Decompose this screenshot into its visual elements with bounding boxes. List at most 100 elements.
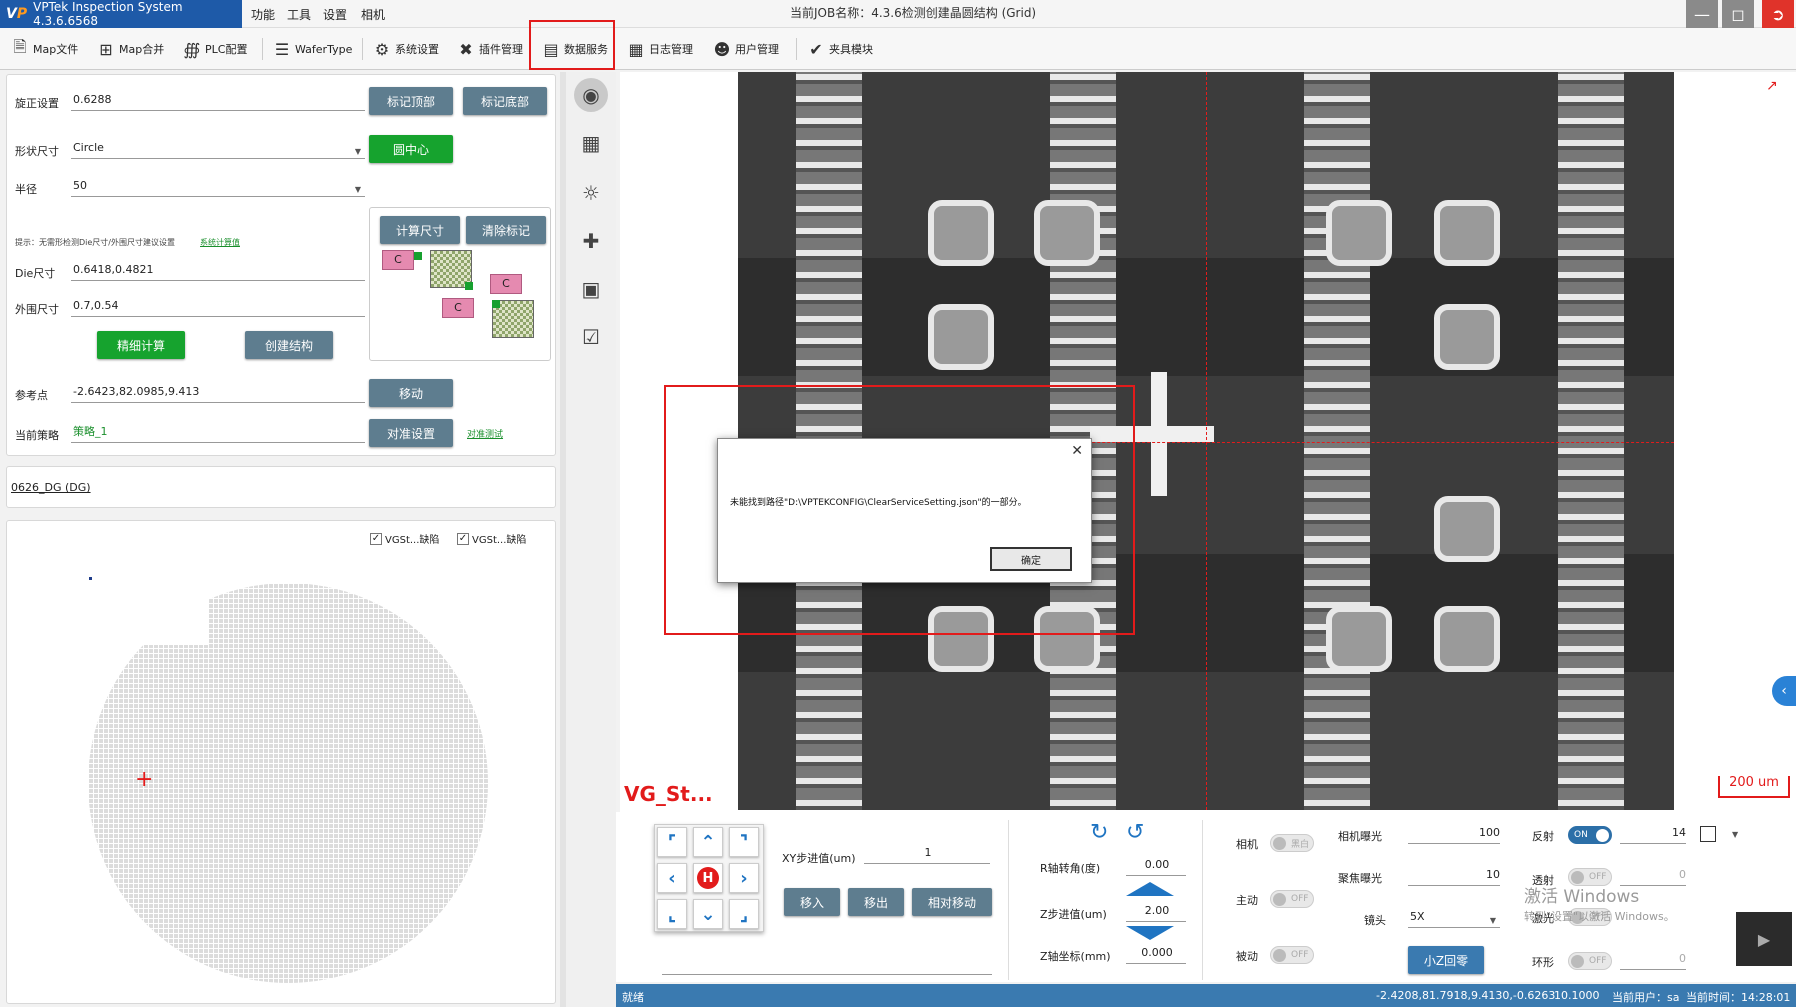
arrow-down-icon[interactable]: ⌄	[693, 899, 723, 929]
xy-step-input[interactable]: 1	[864, 844, 990, 864]
active-toggle[interactable]: OFF	[1270, 890, 1314, 908]
arrow-up-right-icon[interactable]: ⌝	[729, 827, 759, 857]
defect-checkbox-2[interactable]: ✓ VGSt...缺陷	[457, 531, 526, 546]
image-icon[interactable]: ▣	[574, 272, 608, 306]
overlay-label: VG_St...	[624, 782, 713, 806]
user-icon: ☻	[713, 39, 731, 59]
menu-tools[interactable]: 工具	[287, 6, 311, 23]
menu-camera[interactable]: 相机	[361, 6, 385, 23]
small-z-home-button[interactable]: 小Z回零	[1408, 946, 1484, 974]
die-size-input[interactable]: 0.6418,0.4821	[71, 261, 365, 281]
wafertype-button[interactable]: ☰ WaferType	[272, 36, 353, 62]
create-structure-button[interactable]: 创建结构	[245, 331, 333, 359]
color-swatch[interactable]	[1700, 826, 1716, 842]
menu-settings[interactable]: 设置	[323, 6, 347, 23]
minimize-icon[interactable]: —	[1686, 0, 1718, 28]
video-overlay-icon[interactable]: ▶	[1736, 912, 1792, 966]
reflect-input[interactable]: 14	[1620, 824, 1686, 844]
die-point-1	[414, 252, 422, 260]
bond-pad	[1034, 200, 1100, 266]
arrow-down-left-icon[interactable]: ⌞	[657, 899, 687, 929]
z-up-icon[interactable]	[1126, 882, 1174, 896]
arrow-down-right-icon[interactable]: ⌟	[729, 899, 759, 929]
wafer-settings-icon[interactable]: ☼	[574, 176, 608, 210]
map-merge-button[interactable]: ⊞ Map合并	[96, 36, 164, 62]
outer-size-input[interactable]: 0.7,0.54	[71, 297, 365, 317]
maximize-icon[interactable]: ◻	[1722, 0, 1754, 28]
align-setting-button[interactable]: 对准设置	[369, 419, 453, 447]
move-out-button[interactable]: 移出	[848, 888, 904, 916]
mark-top-button[interactable]: 标记顶部	[369, 87, 453, 115]
log-manage-button[interactable]: ▦ 日志管理	[626, 36, 693, 62]
passive-toggle[interactable]: OFF	[1270, 946, 1314, 964]
z-coord-input[interactable]: 0.000	[1126, 944, 1186, 964]
system-settings-button[interactable]: ⚙ 系统设置	[372, 36, 439, 62]
exposure-input[interactable]: 100	[1408, 824, 1500, 844]
align-test-link[interactable]: 对准测试	[467, 427, 503, 440]
user-manage-button[interactable]: ☻ 用户管理	[712, 36, 779, 62]
move-button[interactable]: 移动	[369, 379, 453, 407]
rotation-input[interactable]: 0.6288	[71, 91, 365, 111]
strategy-input[interactable]: 策略_1	[71, 423, 365, 443]
plc-icon: ∰	[183, 39, 201, 59]
menu-function[interactable]: 功能	[251, 6, 275, 23]
recipe-name[interactable]: 0626_DG (DG)	[11, 481, 91, 494]
vp-logo-icon: VP	[6, 6, 28, 22]
chevron-left-icon[interactable]: ‹	[1772, 676, 1796, 706]
ring-toggle[interactable]: OFF	[1568, 952, 1612, 970]
calc-size-button[interactable]: 计算尺寸	[380, 216, 460, 244]
chevron-down-icon[interactable]: ▼	[1732, 830, 1738, 839]
ref-point-label: 参考点	[15, 389, 48, 402]
toolbar: 🗎 Map文件 ⊞ Map合并 ∰ PLC配置 ☰ WaferType ⚙ 系统设置 ✖ 插…	[0, 28, 1796, 70]
ring-input[interactable]: 0	[1620, 950, 1686, 970]
arrow-right-icon[interactable]: ›	[729, 863, 759, 893]
plc-config-button[interactable]: ∰ PLC配置	[182, 36, 248, 62]
system-calc-link[interactable]: 系统计算值	[200, 237, 240, 248]
arrow-up-left-icon[interactable]: ⌜	[657, 827, 687, 857]
relative-move-button[interactable]: 相对移动	[912, 888, 992, 916]
motion-control-panel: ⌜ ⌃ ⌝ ‹ H › ⌞ ⌄ ⌟ XY步进值(um) 1 移入 移出 相对移动…	[616, 812, 1796, 982]
ref-point-input[interactable]: -2.6423,82.0985,9.413	[71, 383, 365, 403]
wafer-map-gap	[88, 575, 208, 645]
lens-select[interactable]: 5X ▼	[1408, 908, 1500, 928]
divider	[1202, 820, 1203, 980]
reflect-toggle[interactable]: ON	[1568, 826, 1612, 844]
ring-label: 环形	[1532, 956, 1554, 969]
ruler-icon[interactable]: ✚	[574, 224, 608, 258]
fixture-icon: ✔	[809, 39, 823, 59]
z-step-input[interactable]: 2.00	[1126, 902, 1186, 922]
rotate-ccw-icon[interactable]: ↺	[1126, 820, 1144, 845]
wafer-map-panel: ✓ VGSt...缺陷 ✓ VGSt...缺陷 +	[6, 520, 556, 1004]
fixture-module-button[interactable]: ✔ 夹具模块	[806, 36, 873, 62]
expand-icon[interactable]: ↗	[1766, 78, 1778, 94]
close-icon[interactable]: ✕	[1071, 443, 1083, 459]
defect-checkbox-1[interactable]: ✓ VGSt...缺陷	[370, 531, 439, 546]
checklist-icon[interactable]: ☑	[574, 320, 608, 354]
arrow-up-icon[interactable]: ⌃	[693, 827, 723, 857]
grid-globe-icon[interactable]: ▦	[574, 126, 608, 160]
bond-pad	[1326, 606, 1392, 672]
map-file-button[interactable]: 🗎 Map文件	[10, 36, 79, 62]
circle-center-button[interactable]: 圆中心	[369, 135, 453, 163]
z-down-icon[interactable]	[1126, 926, 1174, 940]
shape-select[interactable]: Circle ▼	[71, 139, 365, 159]
hint-text: 提示：无需形检测Die尺寸/外围尺寸建议设置	[15, 238, 175, 247]
exit-icon[interactable]: ➲	[1762, 0, 1794, 28]
bond-pad	[1434, 304, 1500, 370]
camera-mono-toggle[interactable]: 黑白	[1270, 834, 1314, 852]
camera-icon[interactable]: ◉	[574, 78, 608, 112]
clear-mark-button[interactable]: 清除标记	[466, 216, 546, 244]
radius-select[interactable]: 50 ▼	[71, 177, 365, 197]
r-angle-input[interactable]: 0.00	[1126, 856, 1186, 876]
mark-bottom-button[interactable]: 标记底部	[463, 87, 547, 115]
home-button[interactable]: H	[693, 863, 723, 893]
rotation-label: 旋正设置	[15, 97, 59, 110]
plugin-manage-button[interactable]: ✖ 插件管理	[456, 36, 523, 62]
arrow-left-icon[interactable]: ‹	[657, 863, 687, 893]
list-icon: ☰	[274, 39, 290, 59]
move-in-button[interactable]: 移入	[784, 888, 840, 916]
focus-exposure-input[interactable]: 10	[1408, 866, 1500, 886]
ok-button[interactable]: 确定	[990, 547, 1072, 571]
fine-calc-button[interactable]: 精细计算	[97, 331, 185, 359]
rotate-cw-icon[interactable]: ↻	[1090, 820, 1108, 845]
